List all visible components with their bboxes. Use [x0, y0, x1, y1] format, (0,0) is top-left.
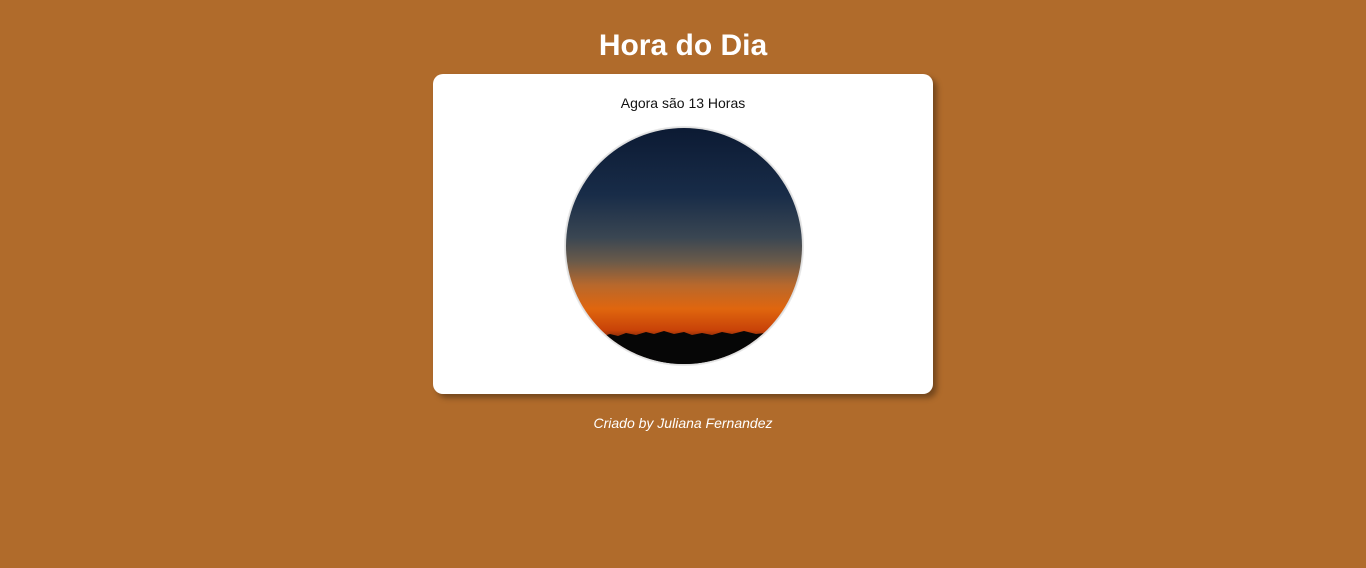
time-card: Agora são 13 Horas	[433, 74, 933, 394]
hour-message: Agora são 13 Horas	[620, 95, 746, 111]
footer-credit: Criado by Juliana Fernandez	[593, 415, 773, 431]
page-title: Hora do Dia	[598, 29, 768, 62]
sunset-photo	[565, 127, 803, 365]
